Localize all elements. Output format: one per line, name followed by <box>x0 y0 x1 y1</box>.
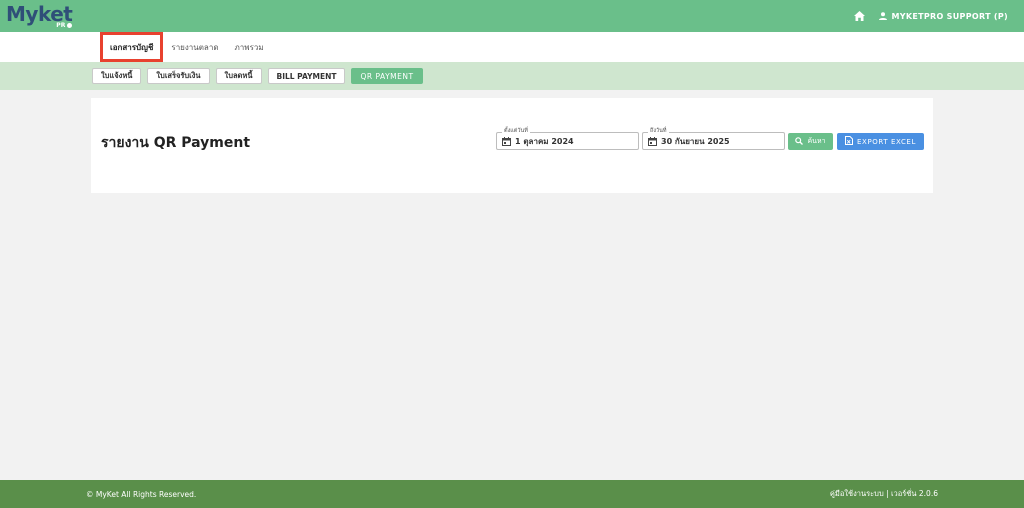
calendar-icon <box>648 136 657 146</box>
subnav-receipt[interactable]: ใบเสร็จรับเงิน <box>147 68 210 84</box>
logo-sub: PR <box>56 21 73 29</box>
subnav-invoice[interactable]: ใบแจ้งหนี้ <box>92 68 142 84</box>
footer: © MyKet All Rights Reserved. คู่มือใช้งา… <box>0 480 1024 508</box>
user-icon <box>878 12 887 20</box>
date-to-value: 30 กันยายน 2025 <box>661 136 730 146</box>
export-excel-button[interactable]: EXPORT EXCEL <box>837 133 924 150</box>
date-from-value: 1 ตุลาคม 2024 <box>515 136 574 146</box>
top-bar: Myket PR MYKETPRO SUPPORT (P) <box>0 0 1024 32</box>
date-to-field[interactable]: ถึงวันที่ 30 กันยายน 2025 <box>642 127 785 150</box>
calendar-icon <box>502 136 511 146</box>
export-excel-label: EXPORT EXCEL <box>857 137 916 146</box>
search-button-label: ค้นหา <box>807 137 826 145</box>
date-from-label: ตั้งแต่วันที่ <box>502 127 530 135</box>
date-to-label: ถึงวันที่ <box>648 127 669 135</box>
myket-pro-logo[interactable]: Myket PR <box>6 1 73 29</box>
tab-overview[interactable]: ภาพรวม <box>227 32 272 62</box>
logo-text: Myket <box>6 1 73 26</box>
excel-file-icon <box>845 136 854 147</box>
subnav-qr-payment[interactable]: QR PAYMENT <box>351 68 423 84</box>
home-icon[interactable] <box>853 11 865 21</box>
main-tabs: เอกสารบัญชี รายงานตลาด ภาพรวม <box>0 32 1024 62</box>
subnav-bill-payment[interactable]: BILL PAYMENT <box>267 68 346 84</box>
search-icon <box>795 136 804 147</box>
topbar-right: MYKETPRO SUPPORT (P) <box>853 11 1009 21</box>
user-label: MYKETPRO SUPPORT (P) <box>891 11 1008 21</box>
logo-sub-text: PR <box>56 21 66 29</box>
footer-copyright: © MyKet All Rights Reserved. <box>86 489 197 499</box>
date-from-field[interactable]: ตั้งแต่วันที่ 1 ตุลาคม 2024 <box>496 127 639 150</box>
search-button[interactable]: ค้นหา <box>788 133 833 150</box>
tab-accounting-documents[interactable]: เอกสารบัญชี <box>100 32 164 62</box>
document-subnav: ใบแจ้งหนี้ ใบเสร็จรับเงิน ใบลดหนี้ BILL … <box>0 62 1024 90</box>
report-card: รายงาน QR Payment ตั้งแต่วันที่ 1 ตุลาคม… <box>91 98 933 193</box>
user-menu[interactable]: MYKETPRO SUPPORT (P) <box>878 11 1009 21</box>
page-title: รายงาน QR Payment <box>101 135 251 151</box>
subnav-credit-note[interactable]: ใบลดหนี้ <box>215 68 262 84</box>
tab-market-report[interactable]: รายงานตลาด <box>163 32 226 62</box>
logo-dot-icon <box>67 23 73 28</box>
footer-manual-version[interactable]: คู่มือใช้งานระบบ | เวอร์ชั่น 2.0.6 <box>830 488 938 500</box>
